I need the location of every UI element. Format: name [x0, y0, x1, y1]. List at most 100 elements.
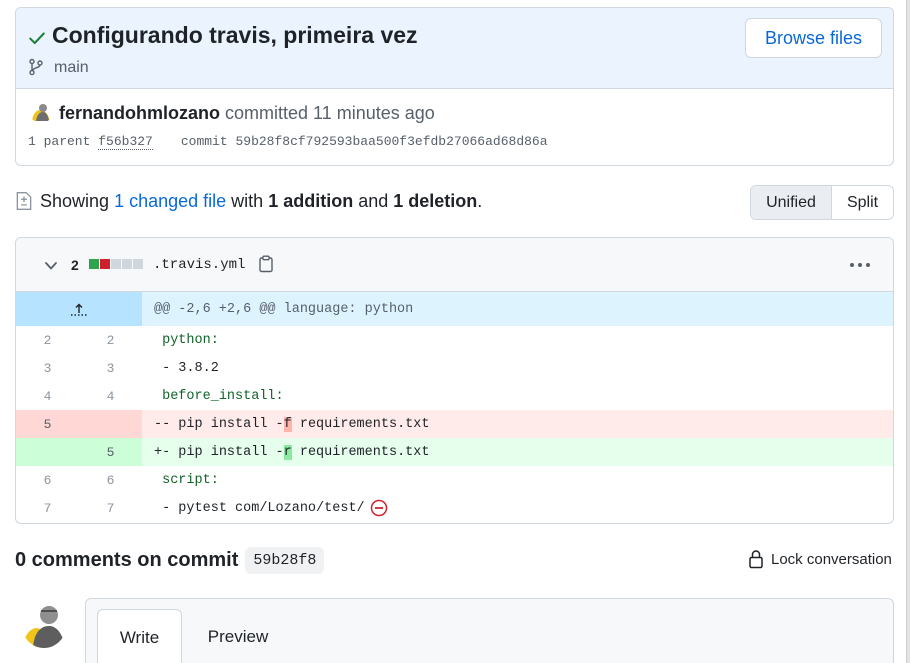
old-line-number[interactable]: 6	[16, 466, 79, 494]
chevron-down-icon[interactable]	[44, 260, 58, 272]
tab-write[interactable]: Write	[97, 609, 182, 663]
diff-line: 2 2 python:	[16, 326, 893, 354]
summary-period: .	[477, 190, 483, 211]
commit-label: commit	[180, 134, 228, 149]
diff-line-prefix	[154, 389, 162, 404]
file-diff-icon	[16, 192, 32, 210]
new-line-number[interactable]: 5	[79, 438, 142, 466]
avatar[interactable]	[29, 99, 53, 123]
summary-with: with	[231, 190, 264, 211]
diff-line-text: - 3.8.2	[162, 360, 219, 376]
commit-sha-badge: 59b28f8	[245, 547, 325, 574]
old-line-number[interactable]: 2	[16, 326, 79, 354]
diff-line-code: + - pip install -r requirements.txt	[142, 438, 893, 466]
commit-sha: 59b28f8cf792593baa500f3efdb27066ad68d86a	[235, 134, 548, 149]
new-line-number[interactable]: 7	[79, 494, 142, 522]
new-line-number[interactable]: 2	[79, 326, 142, 354]
hunk-header: @@ -2,6 +2,6 @@ language: python	[142, 292, 893, 326]
diff-line-prefix	[154, 333, 162, 348]
git-branch-icon	[29, 58, 43, 76]
comments-count: 0 comments on commit	[15, 549, 239, 571]
commit-sha-line: 1 parent f56b327 commit 59b28f8cf792593ba…	[28, 134, 548, 150]
commit-title: Configurando travis, primeira vez	[52, 22, 418, 48]
old-line-number[interactable]: 4	[16, 382, 79, 410]
diff-view-toggle: Unified Split	[750, 185, 894, 220]
lock-icon	[749, 550, 763, 569]
window-edge-left	[0, 0, 4, 663]
expand-up-icon	[71, 303, 87, 316]
hunk-header-row: @@ -2,6 +2,6 @@ language: python	[16, 292, 893, 326]
new-line-number[interactable]: 4	[79, 382, 142, 410]
parent-sha-link[interactable]: f56b327	[98, 134, 153, 150]
changed-files-link[interactable]: 1 changed file	[114, 191, 226, 212]
new-line-number[interactable]: 3	[79, 354, 142, 382]
old-line-number[interactable]: 5	[16, 410, 79, 438]
summary-and: and	[358, 190, 389, 211]
diff-line-prefix: -	[154, 416, 163, 432]
expand-up-button[interactable]	[16, 292, 142, 326]
diff-file: 2 .travis.yml @@ -2,6 +2,6 @@ language: …	[15, 237, 894, 524]
no-newline-icon	[370, 499, 387, 517]
old-line-number[interactable]	[16, 438, 79, 466]
diffstat-bar	[89, 259, 143, 269]
commit-title-bar: Configurando travis, primeira vez main B…	[16, 8, 893, 89]
diffstat-neutral	[122, 259, 132, 269]
commit-time: committed 11 minutes ago	[220, 103, 435, 123]
avatar[interactable]	[21, 598, 67, 648]
summary-showing: Showing	[40, 190, 110, 211]
diff-line-code: python:	[142, 326, 893, 354]
file-name-link[interactable]: .travis.yml	[153, 257, 245, 273]
diff-line-prefix	[154, 501, 162, 516]
unified-view-button[interactable]: Unified	[751, 186, 832, 219]
commit-meta: fernandohmlozano committed 11 minutes ag…	[16, 89, 893, 165]
tab-preview[interactable]: Preview	[196, 609, 280, 663]
diff-line-prefix: +	[154, 444, 163, 460]
author-line: fernandohmlozano committed 11 minutes ag…	[59, 103, 435, 124]
diff-table: @@ -2,6 +2,6 @@ language: python 2 2 pyt…	[16, 292, 893, 522]
diff-line-prefix	[154, 473, 162, 488]
deleted-line: 5 - - pip install -f requirements.txt	[16, 410, 893, 438]
split-view-button[interactable]: Split	[832, 186, 893, 219]
diffstat-deleted	[100, 259, 110, 269]
added-word-highlight: r	[283, 444, 292, 460]
new-line-number[interactable]: 6	[79, 466, 142, 494]
diff-line: 4 4 before_install:	[16, 382, 893, 410]
diff-file-header: 2 .travis.yml	[16, 238, 893, 292]
deletions-count: 1 deletion	[393, 190, 478, 211]
new-line-number[interactable]	[79, 410, 142, 438]
diff-line-text: script:	[162, 472, 219, 488]
diff-line-code: - 3.8.2	[142, 354, 893, 382]
diff-line: 6 6 script:	[16, 466, 893, 494]
branch-name[interactable]: main	[54, 59, 89, 77]
copy-icon[interactable]	[258, 255, 274, 273]
diff-line-prefix	[154, 361, 162, 376]
added-line: 5 + - pip install -r requirements.txt	[16, 438, 893, 466]
diff-line-code: script:	[142, 466, 893, 494]
diff-line-code: - pytest com/Lozano/test/	[142, 494, 893, 522]
commit-header: Configurando travis, primeira vez main B…	[15, 7, 894, 166]
diff-line-code: before_install:	[142, 382, 893, 410]
parent-label: 1 parent	[28, 134, 91, 149]
kebab-horizontal-icon[interactable]	[849, 262, 871, 268]
author-link[interactable]: fernandohmlozano	[59, 103, 220, 123]
browse-files-button[interactable]: Browse files	[745, 18, 882, 58]
diffstat-neutral	[133, 259, 143, 269]
diffstat-neutral	[111, 259, 121, 269]
diff-line-text: requirements.txt	[291, 416, 430, 432]
diff-line-text: before_install:	[162, 388, 284, 404]
comment-composer: Write Preview	[85, 598, 894, 663]
lock-conversation-button[interactable]: Lock conversation	[748, 549, 892, 569]
diff-line-text: - pip install -	[162, 444, 284, 460]
diff-line: 7 7 - pytest com/Lozano/test/	[16, 494, 893, 522]
old-line-number[interactable]: 7	[16, 494, 79, 522]
lock-conversation-label: Lock conversation	[771, 550, 892, 568]
diff-summary: Showing 1 changed file with 1 addition a…	[15, 189, 482, 213]
change-count: 2	[71, 257, 79, 273]
diffstat-added	[89, 259, 99, 269]
diff-line-text: python:	[162, 332, 219, 348]
diff-line-text: - pytest com/Lozano/test/	[162, 500, 365, 516]
old-line-number[interactable]: 3	[16, 354, 79, 382]
diff-line-code: - - pip install -f requirements.txt	[142, 410, 893, 438]
diff-line-text: requirements.txt	[291, 444, 430, 460]
deleted-word-highlight: f	[283, 416, 292, 432]
